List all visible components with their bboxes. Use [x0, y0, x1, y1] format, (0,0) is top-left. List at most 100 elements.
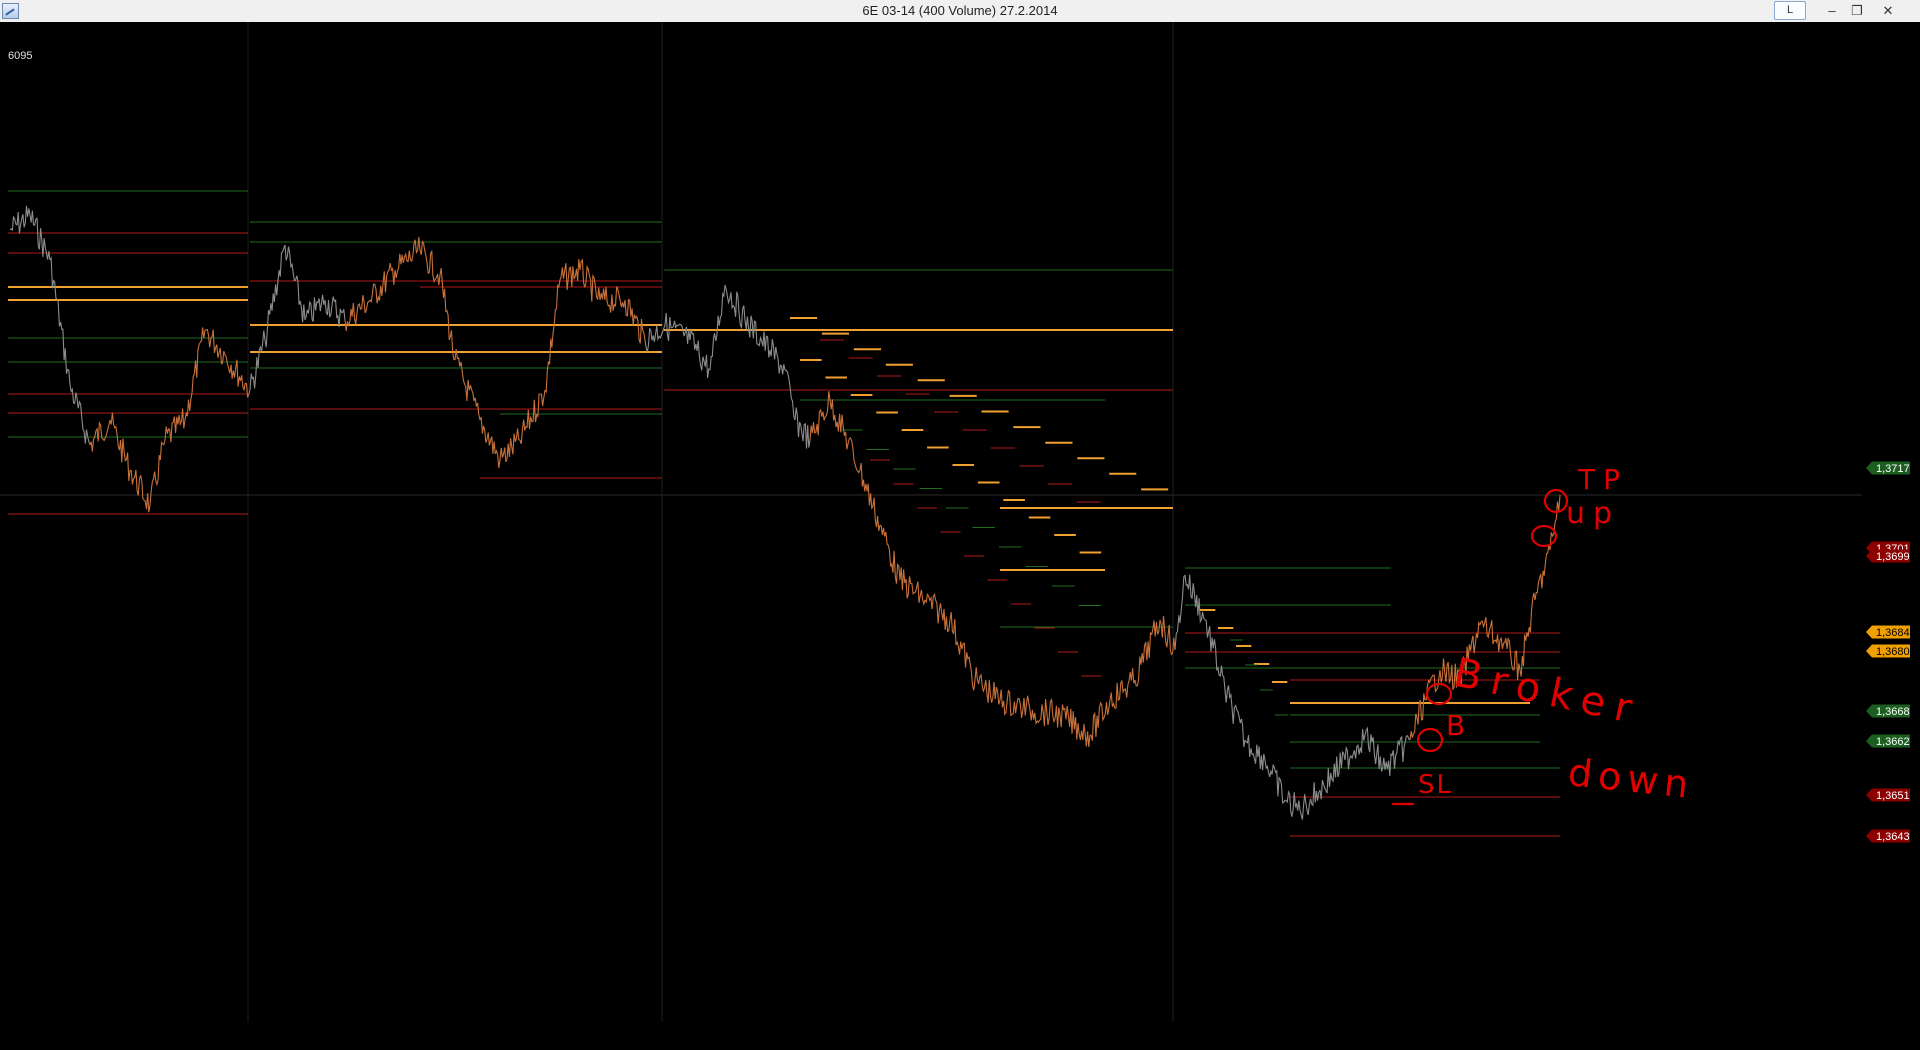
price-segment-61 — [1284, 790, 1301, 817]
price-segment-29 — [599, 286, 626, 313]
step-track-pivot-2 — [800, 359, 1102, 554]
price-segment-33 — [689, 329, 711, 378]
price-segment-57 — [1204, 619, 1226, 691]
annotation-circle-broker — [1425, 682, 1453, 706]
price-segment-9 — [184, 327, 206, 421]
price-segment-37 — [769, 339, 786, 375]
price-label-text: 1,3680 — [1876, 646, 1910, 658]
price-segment-48 — [999, 689, 1031, 718]
price-segment-42 — [859, 462, 881, 531]
annotation-text-down: down — [1566, 750, 1696, 807]
price-label-text: 1,3684 — [1876, 627, 1910, 639]
price-segment-50 — [1059, 704, 1091, 747]
price-segment-39 — [794, 407, 811, 449]
price-segment-46 — [949, 612, 976, 691]
price-label-text: 1,3643 — [1876, 831, 1910, 843]
annotation-text-sl: SL — [1418, 770, 1453, 800]
price-label-text: 1,3668 — [1876, 706, 1910, 718]
annotation-text-b: B — [1446, 709, 1465, 742]
price-segment-34 — [709, 284, 726, 371]
minimize-button[interactable]: – — [1818, 0, 1846, 21]
price-segment-45 — [924, 592, 951, 633]
annotation-circle-b — [1416, 727, 1444, 753]
price-segment-59 — [1244, 735, 1266, 771]
price-segment-32 — [664, 312, 691, 344]
price-segment-53 — [1134, 619, 1161, 687]
price-segment-11 — [224, 354, 251, 398]
chart-canvas[interactable]: 6095 1,37171,37011,36991,36841,36801,366… — [0, 22, 1920, 1050]
hand-annotations — [1391, 488, 1569, 806]
price-segment-74 — [1534, 545, 1551, 601]
price-segment-10 — [204, 328, 226, 365]
price-label-support: 1,3662 — [1866, 734, 1910, 748]
price-segment-43 — [879, 524, 901, 584]
session-separators — [247, 22, 1174, 1022]
price-segment-27 — [559, 259, 581, 290]
price-segment-71 — [1479, 617, 1501, 652]
step-track-support-1 — [840, 429, 1101, 606]
annotation-text-up: up — [1566, 496, 1620, 531]
annotation-circle-tp — [1543, 488, 1569, 514]
price-segment-36 — [744, 315, 771, 358]
price-label-resistance: 1,3643 — [1866, 829, 1910, 843]
price-segment-41 — [829, 399, 861, 474]
price-chart[interactable]: 6095 1,3717 1,3701 1,3699 1,3684 1,3680 1,366… — [0, 22, 1920, 1050]
price-segment-26 — [544, 279, 561, 394]
price-series — [9, 205, 1561, 820]
price-segment-52 — [1109, 668, 1136, 709]
title-bar: 6E 03-14 (400 Volume) 27.2.2014 L – ❐ ✕ — [0, 0, 1920, 23]
price-segment-25 — [519, 389, 546, 445]
price-label-text: 1,3662 — [1876, 736, 1910, 748]
price-segment-55 — [1174, 574, 1186, 651]
price-segment-21 — [439, 268, 456, 361]
price-segment-51 — [1089, 699, 1111, 741]
price-segment-30 — [624, 298, 646, 344]
price-segment-56 — [1184, 574, 1206, 624]
price-label-support: 1,3668 — [1866, 704, 1910, 718]
price-segment-19 — [394, 237, 421, 278]
price-segment-49 — [1029, 698, 1061, 728]
price-label-text: 1,3717 — [1876, 463, 1910, 475]
price-segment-0 — [9, 205, 31, 234]
price-segment-18 — [369, 263, 396, 304]
restore-button[interactable]: ❐ — [1843, 0, 1871, 21]
price-segment-44 — [899, 567, 926, 607]
price-label-resistance: 1,3699 — [1866, 549, 1910, 563]
price-segment-38 — [784, 369, 796, 421]
price-axis-labels: 1,37171,37011,36991,36841,36801,36681,36… — [1866, 461, 1910, 843]
step-track-support-2 — [1230, 639, 1288, 716]
price-segment-6 — [129, 469, 151, 513]
price-segment-14 — [284, 244, 306, 323]
price-segment-40 — [809, 391, 831, 441]
price-segment-16 — [324, 296, 346, 328]
price-label-pivot: 1,3680 — [1866, 644, 1910, 658]
price-segment-23 — [479, 416, 501, 468]
price-segment-35 — [724, 284, 746, 330]
price-segment-65 — [1364, 726, 1386, 772]
price-segment-5 — [109, 412, 131, 481]
top-label: 6095 — [8, 50, 32, 62]
window-title: 6E 03-14 (400 Volume) 27.2.2014 — [862, 3, 1058, 18]
price-label-text: 1,3699 — [1876, 551, 1910, 563]
price-label-support: 1,3717 — [1866, 461, 1910, 475]
annotation-labels: TPup BrokerBdown SL — [1418, 463, 1697, 807]
price-segment-60 — [1264, 759, 1286, 804]
step-track-resistance-2 — [870, 459, 1102, 677]
step-track-pivot-1 — [790, 317, 1169, 491]
price-segment-24 — [499, 428, 521, 463]
price-segment-15 — [304, 294, 326, 322]
price-label-resistance: 1,3651 — [1866, 788, 1910, 802]
price-segment-67 — [1409, 693, 1426, 741]
price-segment-63 — [1319, 750, 1346, 800]
level-lines — [8, 190, 1560, 837]
price-segment-2 — [49, 256, 71, 386]
price-label-pivot: 1,3684 — [1866, 625, 1910, 639]
price-segment-20 — [419, 240, 441, 286]
price-segment-64 — [1344, 729, 1366, 770]
annotation-text-broker: Broker — [1450, 650, 1646, 735]
price-segment-58 — [1224, 685, 1246, 748]
layout-button[interactable]: L — [1774, 1, 1806, 20]
close-button[interactable]: ✕ — [1874, 0, 1902, 21]
price-segment-13 — [264, 244, 286, 348]
price-segment-12 — [249, 330, 266, 391]
